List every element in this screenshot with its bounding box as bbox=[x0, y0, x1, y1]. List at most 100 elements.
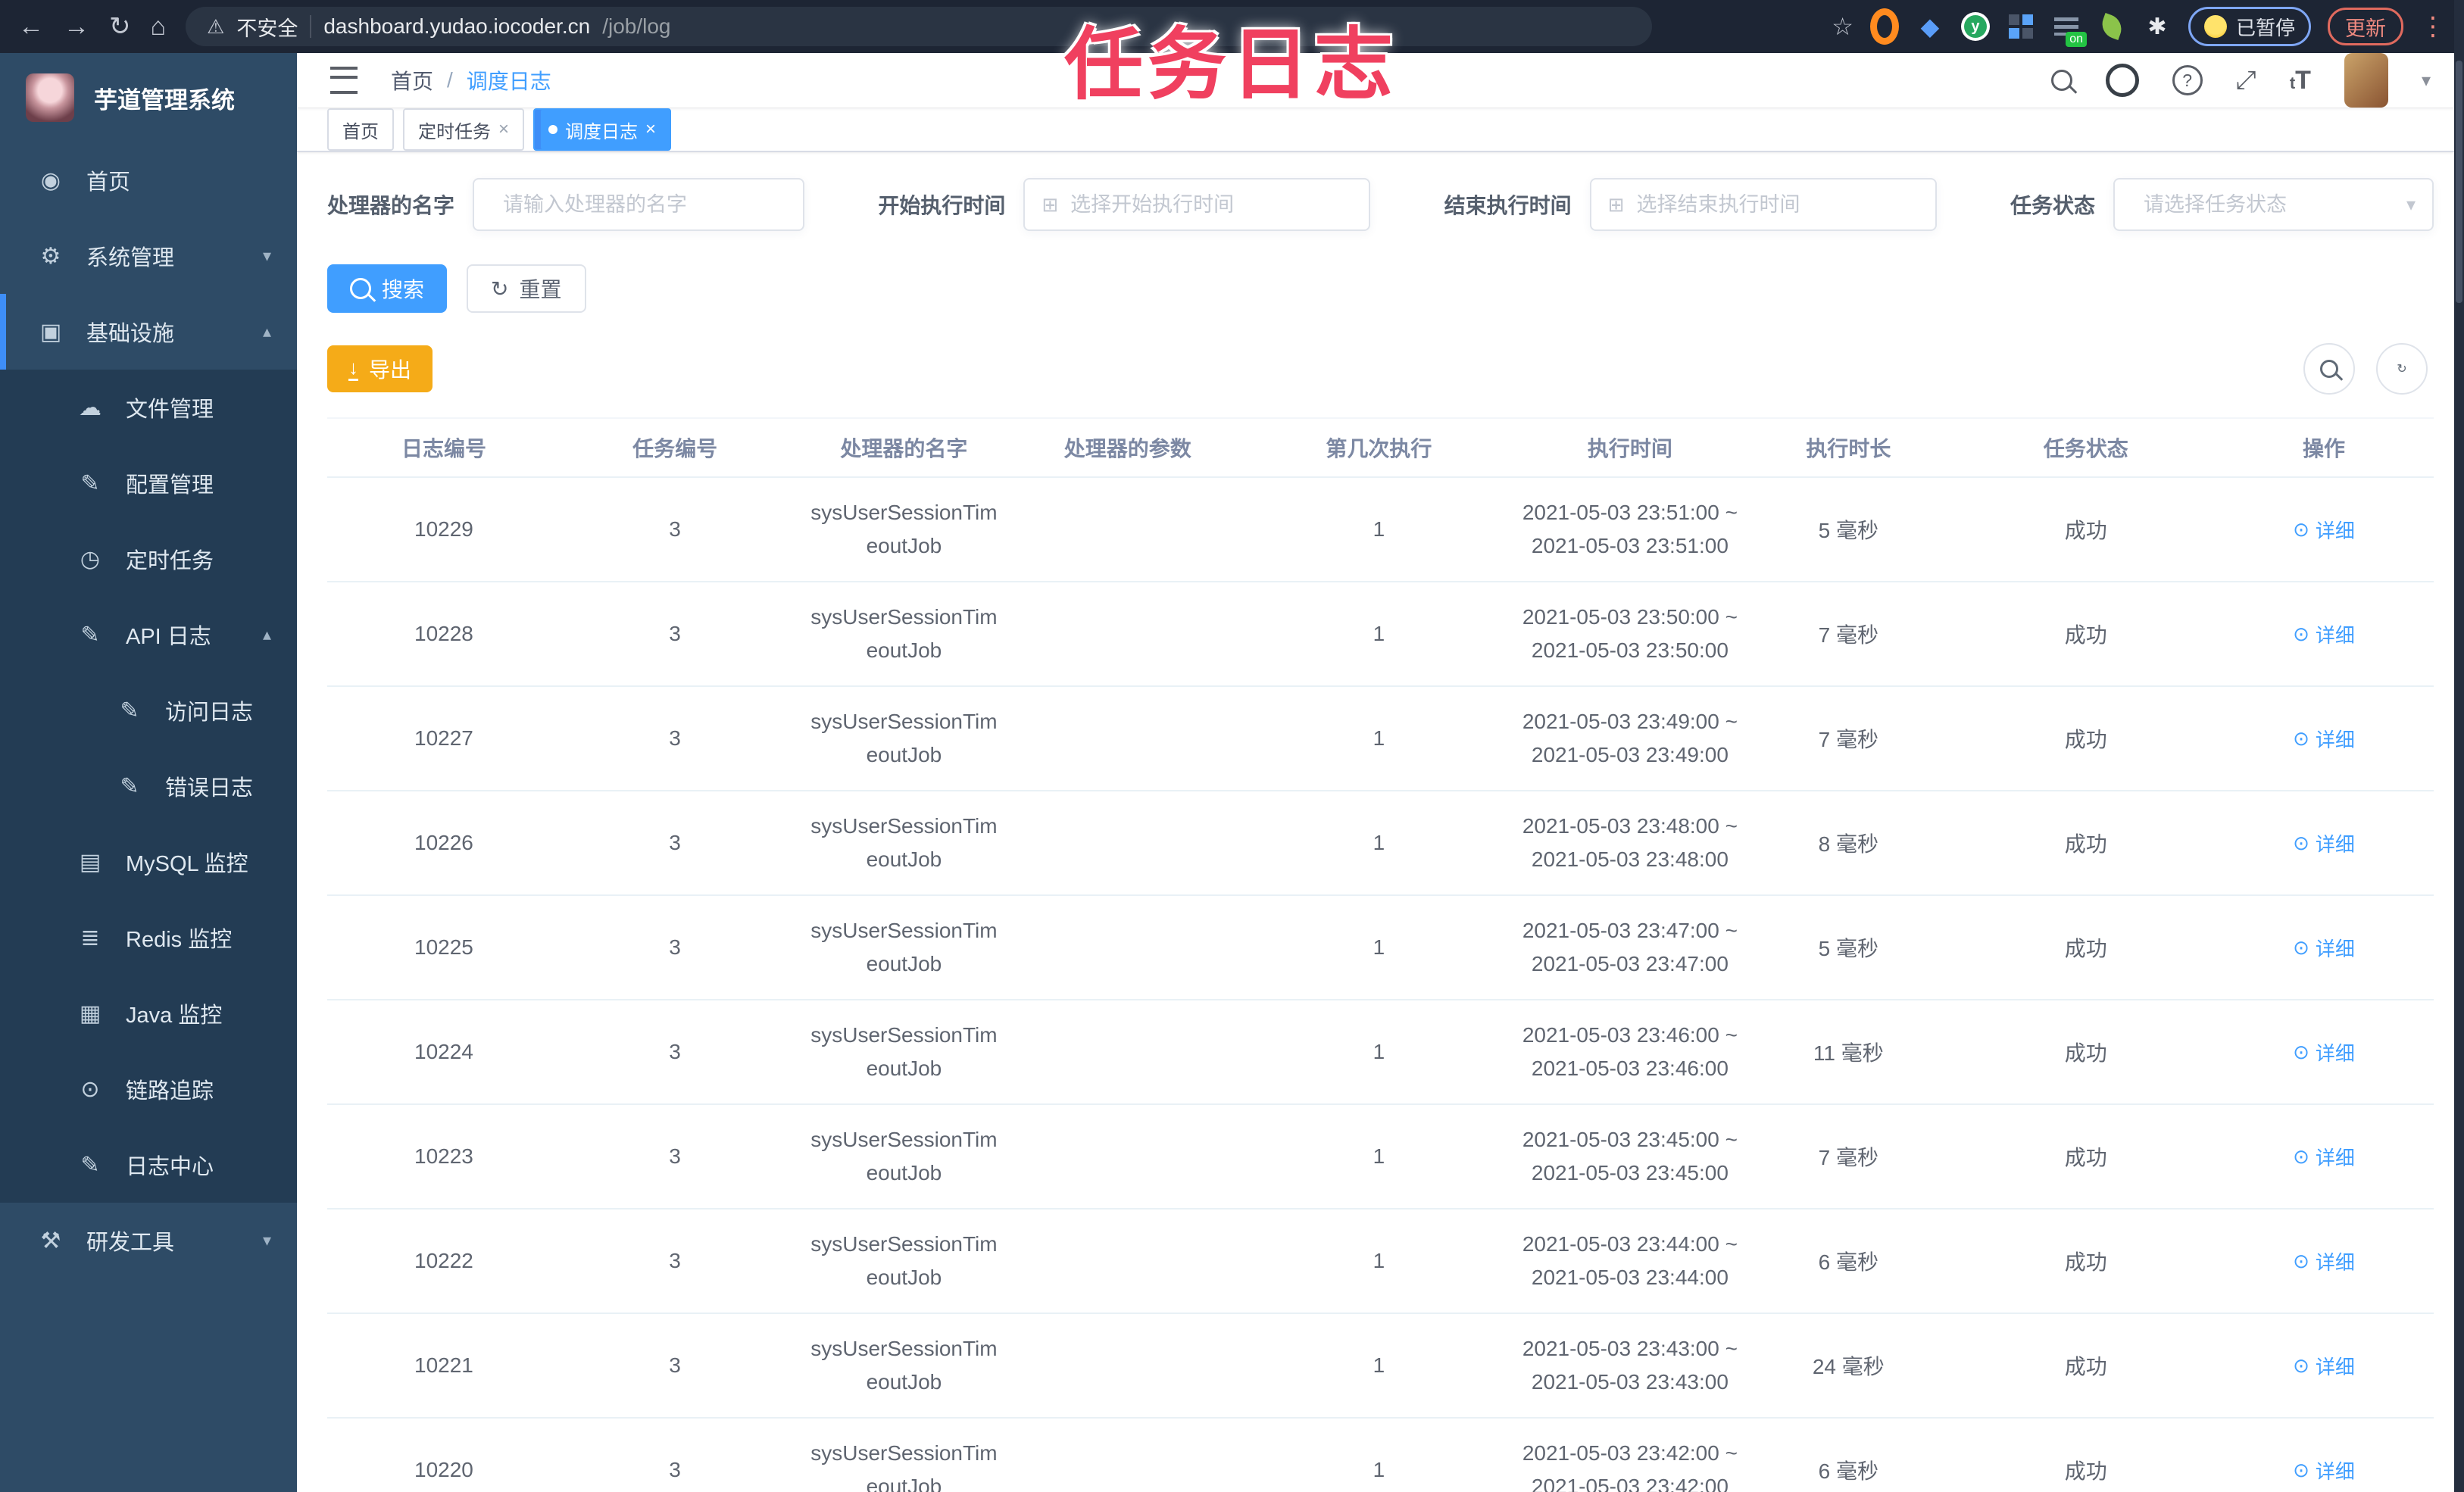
close-icon[interactable]: × bbox=[645, 119, 656, 140]
filter-input[interactable] bbox=[2142, 192, 2396, 217]
sidebar-item-label: 定时任务 bbox=[126, 549, 214, 573]
cell-count: 1 bbox=[1237, 582, 1521, 687]
refresh-table-button[interactable]: ↻ bbox=[2376, 343, 2428, 395]
sidebar-item[interactable]: ◷ 定时任务 bbox=[0, 521, 297, 597]
sidebar-item[interactable]: ▣ 基础设施 ▴ bbox=[0, 294, 297, 370]
extension-on-icon[interactable]: on bbox=[2052, 12, 2087, 47]
chevron-icon: ▴ bbox=[262, 322, 271, 341]
update-button[interactable]: 更新 bbox=[2328, 8, 2403, 45]
back-icon[interactable]: ← bbox=[18, 14, 44, 39]
emoji-face-icon bbox=[2203, 15, 2227, 38]
breadcrumb-home[interactable]: 首页 bbox=[391, 65, 433, 95]
page-scrollbar[interactable] bbox=[2454, 0, 2464, 1492]
cell-task-id: 3 bbox=[560, 1418, 790, 1492]
browser-right-cluster: ☆ ◆ y on ✱ 已暂停 更新 ⋮ bbox=[1832, 7, 2446, 47]
sidebar-item[interactable]: ▦ Java 监控 bbox=[0, 975, 297, 1051]
sidebar-item-icon: ▣ bbox=[39, 319, 62, 345]
column-header: 处理器的参数 bbox=[1018, 417, 1238, 478]
sidebar-item-label: 访问日志 bbox=[165, 701, 254, 725]
sidebar-item[interactable]: ✎ 日志中心 bbox=[0, 1127, 297, 1203]
profile-paused-pill[interactable]: 已暂停 bbox=[2188, 7, 2311, 46]
cell-log-id: 10221 bbox=[327, 1313, 561, 1419]
search-icon[interactable] bbox=[2050, 70, 2072, 91]
detail-link[interactable]: ⊙ 详细 bbox=[2293, 725, 2355, 753]
sidebar-item[interactable]: ☁ 文件管理 bbox=[0, 370, 297, 445]
sidebar-item[interactable]: ⚙ 系统管理 ▾ bbox=[0, 218, 297, 294]
user-avatar[interactable] bbox=[2344, 53, 2388, 108]
extension-green-icon[interactable]: y bbox=[1960, 12, 1990, 41]
reset-button[interactable]: ↻ 重置 bbox=[467, 264, 586, 313]
detail-link[interactable]: ⊙ 详细 bbox=[2293, 1456, 2355, 1484]
sidebar-item[interactable]: ✎ 访问日志 bbox=[0, 673, 297, 748]
collapse-sidebar-icon[interactable] bbox=[330, 67, 358, 94]
extension-pinwheel-icon[interactable]: ✱ bbox=[2143, 12, 2172, 41]
filter-input[interactable] bbox=[1069, 192, 1342, 217]
filter-input[interactable] bbox=[1635, 192, 1908, 217]
address-divider bbox=[310, 15, 312, 38]
eye-icon: ⊙ bbox=[2293, 1353, 2309, 1377]
cell-count: 1 bbox=[1237, 1000, 1521, 1105]
tag-tab[interactable]: 首页 × bbox=[327, 108, 394, 151]
table-row: 10229 3 sysUserSessionTim eoutJob 1 2021… bbox=[327, 477, 2434, 582]
address-bar[interactable]: ⚠ 不安全 dashboard.yudao.iocoder.cn/job/log bbox=[186, 7, 1653, 46]
reload-icon[interactable]: ↻ bbox=[109, 14, 131, 39]
sidebar-item[interactable]: ✎ 配置管理 bbox=[0, 445, 297, 521]
sidebar-item[interactable]: ≣ Redis 监控 bbox=[0, 900, 297, 975]
sidebar-item[interactable]: ✎ API 日志 ▴ bbox=[0, 597, 297, 673]
sidebar-item[interactable]: ✎ 错误日志 bbox=[0, 748, 297, 824]
filter-label: 结束执行时间 bbox=[1444, 194, 1572, 217]
tag-tab[interactable]: 定时任务 × bbox=[403, 108, 525, 151]
fullscreen-icon[interactable]: ⤢ bbox=[2236, 66, 2256, 95]
bookmark-star-icon[interactable]: ☆ bbox=[1832, 12, 1853, 41]
detail-link[interactable]: ⊙ 详细 bbox=[2293, 829, 2355, 857]
filter-input[interactable] bbox=[501, 192, 776, 217]
sidebar-item-icon: ⚙ bbox=[40, 243, 61, 269]
app-logo[interactable]: 芋道管理系统 bbox=[0, 53, 297, 142]
extension-leaf-icon[interactable] bbox=[2097, 12, 2126, 41]
search-button[interactable]: 搜索 bbox=[327, 264, 448, 313]
close-icon[interactable]: × bbox=[498, 119, 509, 140]
extension-grid-icon[interactable] bbox=[2006, 12, 2035, 41]
cell-time: 2021-05-03 23:50:00 ~ 2021-05-03 23:50:0… bbox=[1520, 582, 1740, 687]
cell-count: 1 bbox=[1237, 477, 1521, 582]
toggle-search-button[interactable] bbox=[2303, 343, 2355, 395]
cell-duration: 6 毫秒 bbox=[1739, 1209, 1958, 1314]
sidebar-item-label: 系统管理 bbox=[86, 246, 175, 270]
detail-link[interactable]: ⊙ 详细 bbox=[2293, 1038, 2355, 1066]
detail-link[interactable]: ⊙ 详细 bbox=[2293, 934, 2355, 962]
tag-tab[interactable]: 调度日志 × bbox=[533, 108, 672, 151]
sidebar-item[interactable]: ◉ 首页 bbox=[0, 142, 297, 218]
browser-menu-icon[interactable]: ⋮ bbox=[2420, 11, 2446, 42]
forward-icon[interactable]: → bbox=[64, 14, 89, 39]
sidebar-item[interactable]: ⚒ 研发工具 ▾ bbox=[0, 1203, 297, 1278]
filter-group: 处理器的名字 bbox=[327, 178, 805, 231]
help-icon[interactable]: ? bbox=[2172, 65, 2203, 95]
font-size-icon[interactable]: tT bbox=[2290, 66, 2311, 95]
sidebar-item[interactable]: ▤ MySQL 监控 bbox=[0, 824, 297, 900]
cell-log-id: 10222 bbox=[327, 1209, 561, 1314]
table-toolbar: ↓ 导出 ↻ bbox=[327, 343, 2434, 395]
home-icon[interactable]: ⌂ bbox=[151, 14, 167, 39]
extension-gem-icon[interactable]: ◆ bbox=[1916, 12, 1944, 41]
detail-link[interactable]: ⊙ 详细 bbox=[2293, 620, 2355, 648]
detail-link[interactable]: ⊙ 详细 bbox=[2293, 1143, 2355, 1171]
sidebar-item-icon: ◷ bbox=[80, 546, 101, 572]
detail-link[interactable]: ⊙ 详细 bbox=[2293, 516, 2355, 544]
detail-link[interactable]: ⊙ 详细 bbox=[2293, 1247, 2355, 1275]
column-header: 操作 bbox=[2214, 417, 2434, 478]
github-icon[interactable] bbox=[2105, 64, 2139, 97]
avatar-caret-icon[interactable]: ▾ bbox=[2422, 70, 2431, 92]
select-arrow-icon: ▾ bbox=[2406, 194, 2416, 215]
active-dot-icon bbox=[548, 125, 558, 134]
filter-label: 开始执行时间 bbox=[878, 194, 1006, 217]
sidebar-item[interactable]: ⊙ 链路追踪 bbox=[0, 1051, 297, 1127]
cell-param bbox=[1018, 1313, 1238, 1419]
cell-status: 成功 bbox=[1957, 477, 2215, 582]
extension-orange-icon[interactable] bbox=[1869, 8, 1899, 45]
cell-actions: ⊙ 详细 bbox=[2214, 895, 2434, 1000]
sidebar-item-label: 配置管理 bbox=[126, 473, 214, 498]
sidebar-item-icon: ◉ bbox=[40, 167, 61, 193]
export-button[interactable]: ↓ 导出 bbox=[327, 345, 433, 392]
detail-link[interactable]: ⊙ 详细 bbox=[2293, 1352, 2355, 1380]
column-header: 第几次执行 bbox=[1237, 417, 1521, 478]
